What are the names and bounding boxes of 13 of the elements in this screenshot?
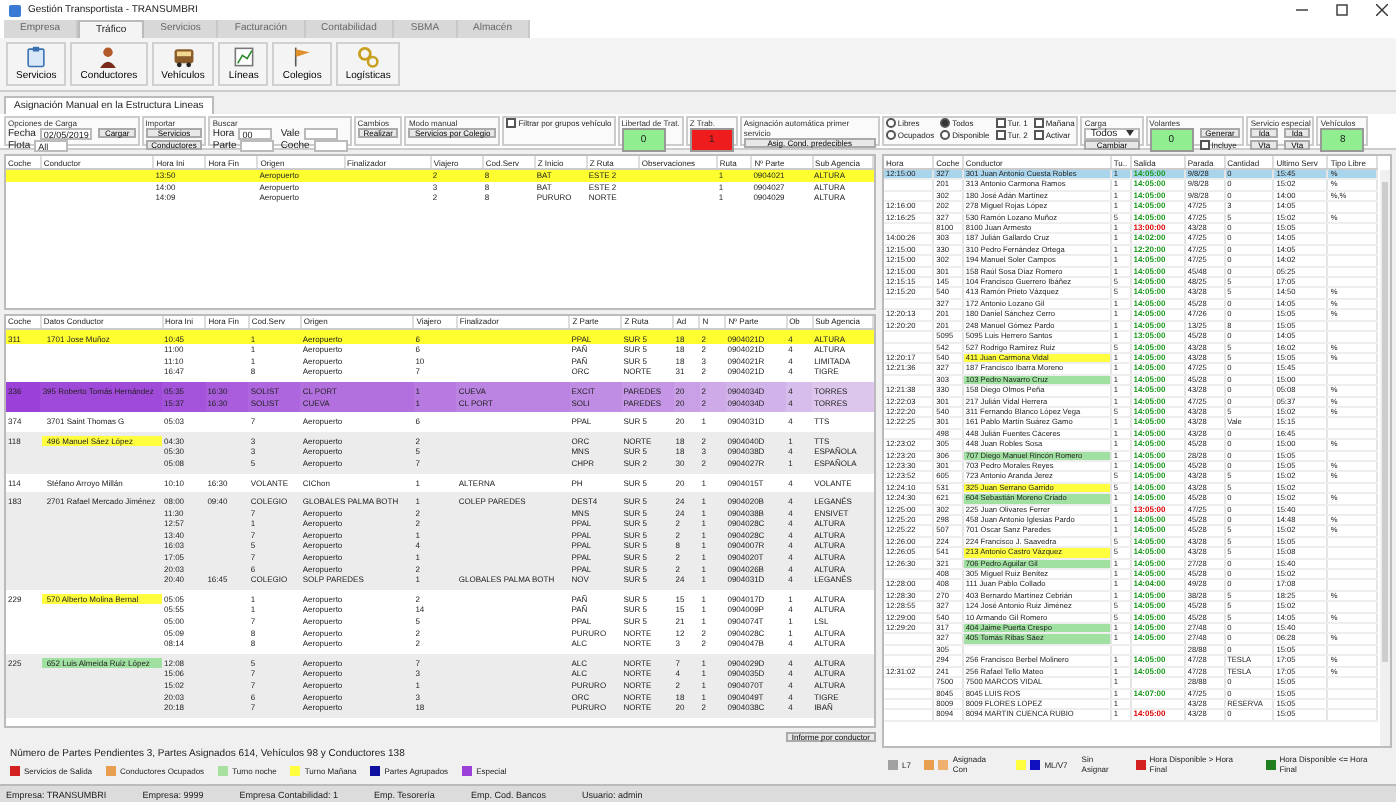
- close-icon[interactable]: [1376, 4, 1388, 16]
- app-icon: [8, 3, 22, 17]
- person-icon: [96, 46, 121, 68]
- gears-icon: [354, 46, 383, 68]
- flag-icon: [290, 46, 315, 68]
- caret-icon: [1125, 130, 1134, 136]
- minimize-icon[interactable]: [1296, 4, 1308, 16]
- maximize-icon[interactable]: [1336, 4, 1348, 16]
- bus-icon: [169, 46, 197, 68]
- clipboard-icon: [24, 46, 49, 68]
- chart-icon: [231, 46, 256, 68]
- input-field[interactable]: [303, 127, 338, 139]
- scrollbar[interactable]: [1380, 170, 1390, 746]
